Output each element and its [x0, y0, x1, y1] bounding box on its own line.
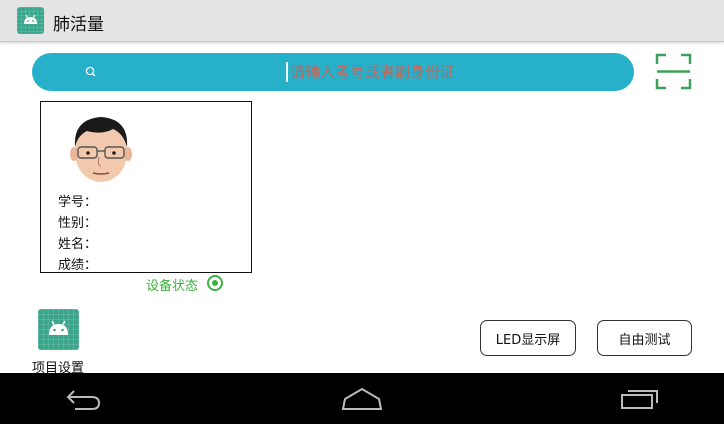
recents-icon[interactable] [618, 386, 662, 412]
avatar [70, 117, 132, 182]
student-score-label: 成绩： [58, 258, 98, 273]
system-nav-bar [0, 373, 724, 424]
student-id-label: 学号： [58, 195, 98, 210]
project-settings-button[interactable] [38, 309, 79, 350]
student-card: 学号： 性别： 姓名： 成绩： [40, 101, 252, 273]
home-icon[interactable] [340, 386, 384, 412]
device-status-label: 设备状态 [146, 279, 199, 294]
android-icon [17, 7, 44, 34]
search-input[interactable] [290, 53, 630, 91]
device-status-indicator [207, 275, 223, 291]
text-caret [286, 62, 288, 82]
back-icon[interactable] [62, 386, 106, 412]
led-display-button[interactable]: LED显示屏 [480, 320, 576, 356]
app-bar: 肺活量 [0, 0, 724, 42]
scan-icon [655, 53, 692, 90]
search-bar[interactable] [32, 53, 634, 91]
search-icon [85, 66, 96, 77]
scan-button[interactable] [655, 53, 692, 90]
student-name-label: 姓名： [58, 237, 98, 252]
free-test-button[interactable]: 自由测试 [597, 320, 692, 356]
android-icon [49, 320, 68, 335]
student-gender-label: 性别： [58, 216, 98, 231]
app-title: 肺活量 [53, 15, 104, 35]
